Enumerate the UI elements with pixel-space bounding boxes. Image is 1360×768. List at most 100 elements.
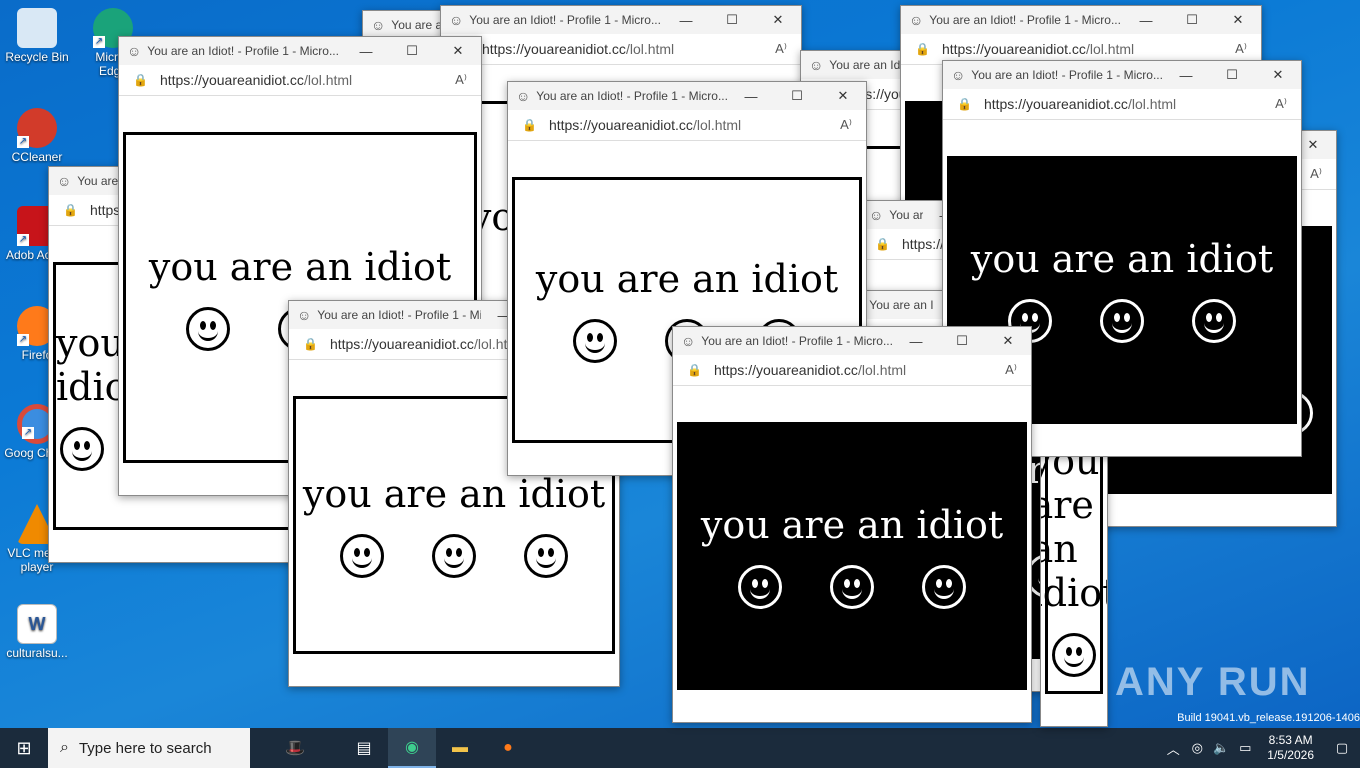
- page-content: you are an idiot: [673, 386, 1031, 722]
- lock-icon: 🔒: [687, 363, 702, 377]
- webcam-icon[interactable]: ◎: [1185, 740, 1209, 756]
- search-highlight-icon: 🎩: [285, 740, 305, 757]
- message-text: you are an idiot: [1041, 438, 1107, 615]
- word-document-icon: W: [17, 604, 57, 644]
- minimize-button[interactable]: —: [1123, 13, 1169, 28]
- minimize-button[interactable]: —: [343, 44, 389, 59]
- close-button[interactable]: ✕: [1215, 12, 1261, 28]
- windows-logo-icon: ⊞: [16, 737, 32, 758]
- notification-icon[interactable]: ▢: [1324, 740, 1360, 756]
- read-aloud-icon[interactable]: A⁾: [761, 41, 801, 57]
- smiley-face-icon: [573, 319, 617, 363]
- address-bar[interactable]: 🔒 https://youareanidiot.cc/lol.html A⁾: [119, 65, 481, 96]
- minimize-button[interactable]: —: [728, 89, 774, 104]
- smiley-face-icon: [1100, 299, 1144, 343]
- window-title: You are an Idiot! - Profile 1 - Micro...: [929, 13, 1121, 27]
- lock-icon: 🔒: [522, 118, 537, 132]
- address-bar[interactable]: 🔒 https://youareanidiot.cc/lol.html A⁾: [441, 34, 801, 65]
- smiley-row: [738, 565, 966, 609]
- maximize-button[interactable]: ☐: [389, 43, 435, 59]
- window-title: You are an Idiot! - Profile 1 - Micro...: [701, 334, 893, 348]
- start-button[interactable]: ⊞: [0, 728, 48, 768]
- url-text: https://youareanidiot.cc/lol.html: [941, 41, 1135, 57]
- maximize-button[interactable]: ☐: [1169, 12, 1215, 28]
- maximize-button[interactable]: ☐: [939, 333, 985, 349]
- clock-date: 1/5/2026: [1267, 748, 1314, 762]
- read-aloud-icon[interactable]: A⁾: [1221, 41, 1261, 57]
- address-bar[interactable]: 🔒 https://youareanidiot.cc/lol.html A⁾: [673, 355, 1031, 386]
- smiley-face-icon: [830, 565, 874, 609]
- smiley-favicon-icon: ☺: [909, 12, 924, 28]
- window-titlebar[interactable]: ☺ You are an Idiot! - Profile 1 - Micro.…: [943, 61, 1301, 89]
- smiley-favicon-icon: ☺: [57, 173, 72, 189]
- desktop-icon-recycle-bin[interactable]: Recycle Bin: [4, 8, 70, 64]
- smiley-favicon-icon: ☺: [809, 57, 824, 73]
- task-view-button[interactable]: ▤: [340, 728, 388, 768]
- edge-icon: ◉: [405, 739, 419, 756]
- clock-time: 8:53 AM: [1268, 733, 1313, 747]
- browser-window[interactable]: ☺ You are an Idiot! - Profile 1 - Micro.…: [672, 326, 1032, 723]
- clock[interactable]: 8:53 AM 1/5/2026: [1257, 733, 1324, 763]
- window-title: You are an Idiot! - Profile 1 - Micro...: [889, 208, 923, 222]
- smiley-face-icon: [432, 534, 476, 578]
- url-text: https://youareanidiot.cc/lol.html: [159, 72, 353, 88]
- minimize-button[interactable]: —: [1163, 68, 1209, 83]
- minimize-button[interactable]: —: [663, 13, 709, 28]
- message-text: you are an idiot: [535, 257, 839, 301]
- desktop-icon-word-doc[interactable]: W culturalsu...: [4, 604, 70, 660]
- window-titlebar[interactable]: ☺ You are an Idiot! - Profile 1 - Micro.…: [508, 82, 866, 110]
- desktop-icon-label: culturalsu...: [6, 646, 68, 660]
- lock-icon: 🔒: [133, 73, 148, 87]
- minimize-button[interactable]: —: [893, 334, 939, 349]
- taskbar-firefox[interactable]: ●: [484, 728, 532, 768]
- address-bar[interactable]: 🔒 https://youareanidiot.cc/lol.html A⁾: [943, 89, 1301, 120]
- search-highlight[interactable]: 🎩: [250, 728, 340, 768]
- taskbar-edge[interactable]: ◉: [388, 728, 436, 768]
- close-button[interactable]: ✕: [755, 12, 801, 28]
- idiot-panel: you are an idiot: [677, 422, 1027, 690]
- read-aloud-icon[interactable]: A⁾: [826, 117, 866, 133]
- volume-icon[interactable]: 🔈: [1209, 740, 1233, 756]
- smiley-face-icon: [524, 534, 568, 578]
- ccleaner-icon: ↗: [17, 108, 57, 148]
- search-icon: ⌕: [60, 739, 69, 756]
- message-text: you are an idiot: [700, 503, 1004, 547]
- message-text: you are an idiot: [148, 244, 452, 289]
- close-button[interactable]: ✕: [820, 88, 866, 104]
- close-button[interactable]: ✕: [985, 333, 1031, 349]
- network-icon[interactable]: ▭: [1233, 740, 1257, 756]
- smiley-row: [340, 534, 568, 578]
- smiley-favicon-icon: ☺: [297, 307, 312, 323]
- message-text: you are an idiot: [970, 237, 1274, 281]
- url-text: https://youareanidiot.cc/lol.html: [983, 96, 1177, 112]
- smiley-favicon-icon: ☺: [127, 43, 142, 59]
- smiley-face-icon: [186, 306, 230, 351]
- read-aloud-icon[interactable]: A⁾: [1261, 96, 1301, 112]
- read-aloud-icon[interactable]: A⁾: [1296, 166, 1336, 182]
- taskbar-file-explorer[interactable]: ▬: [436, 728, 484, 768]
- window-title: You are an Idiot! - Profile 1 - Micro...: [317, 308, 481, 322]
- address-bar[interactable]: 🔒 https://youareanidiot.cc/lol.html A⁾: [508, 110, 866, 141]
- maximize-button[interactable]: ☐: [774, 88, 820, 104]
- url-text: https://youareanidiot.cc/lol.html: [481, 41, 675, 57]
- window-titlebar[interactable]: ☺ You are an Idiot! - Profile 1 - Micro.…: [441, 6, 801, 34]
- desktop-icon-label: CCleaner: [11, 150, 63, 164]
- maximize-button[interactable]: ☐: [709, 12, 755, 28]
- smiley-face-icon: [60, 427, 104, 471]
- window-titlebar[interactable]: ☺ You are an Idiot! - Profile 1 - Micro.…: [119, 37, 481, 65]
- read-aloud-icon[interactable]: A⁾: [441, 72, 481, 88]
- message-text: you are an idiot: [302, 472, 606, 516]
- read-aloud-icon[interactable]: A⁾: [991, 362, 1031, 378]
- window-titlebar[interactable]: ☺ You are an Idiot! - Profile 1 - Micro.…: [673, 327, 1031, 355]
- lock-icon: 🔒: [875, 237, 890, 251]
- maximize-button[interactable]: ☐: [1209, 67, 1255, 83]
- firefox-icon: ●: [503, 739, 513, 756]
- close-button[interactable]: ✕: [435, 43, 481, 59]
- window-titlebar[interactable]: ☺ You are an Idiot! - Profile 1 - Micro.…: [901, 6, 1261, 34]
- taskbar: ⊞ ⌕ Type here to search 🎩 ▤ ◉ ▬ ● ︿ ◎ 🔈 …: [0, 728, 1360, 768]
- search-box[interactable]: ⌕ Type here to search: [48, 728, 250, 768]
- close-button[interactable]: ✕: [1255, 67, 1301, 83]
- desktop-icon-ccleaner[interactable]: ↗ CCleaner: [4, 108, 70, 164]
- recycle-bin-icon: [17, 8, 57, 48]
- chevron-up-icon[interactable]: ︿: [1161, 739, 1185, 758]
